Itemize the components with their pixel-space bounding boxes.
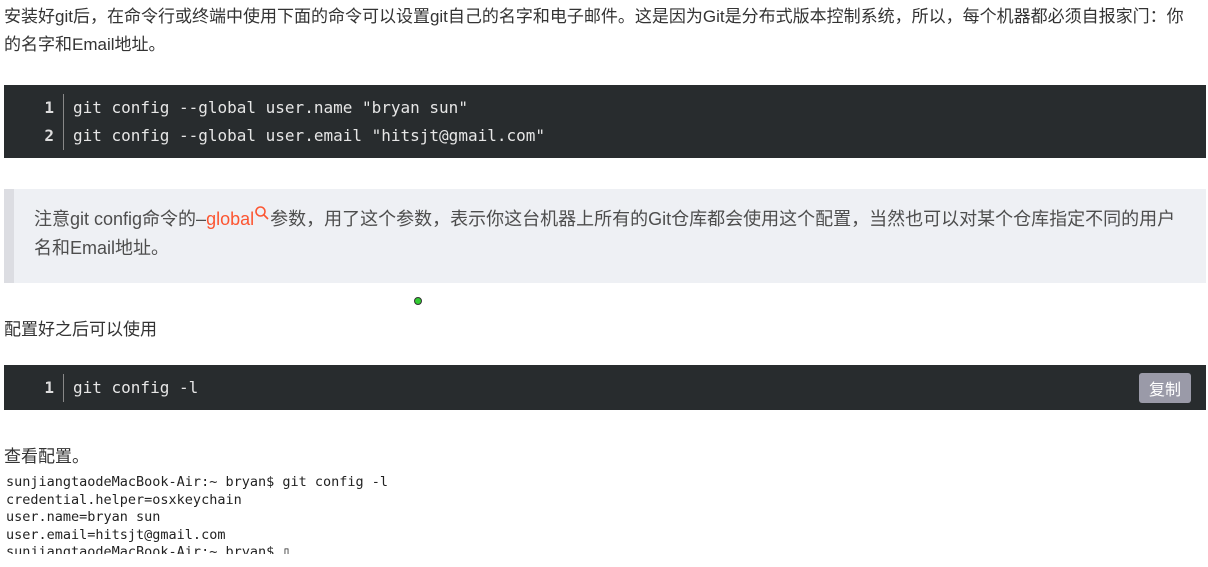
after-config-paragraph: 配置好之后可以使用 — [4, 320, 157, 339]
code-block-config: 1 git config --global user.name "bryan su… — [4, 85, 1206, 158]
terminal-line: sunjiangtaodeMacBook-Air:~ bryan$ git co… — [6, 474, 389, 490]
terminal-line: user.name=bryan sun — [6, 509, 161, 525]
copy-button[interactable]: 复制 — [1138, 373, 1191, 403]
code-text: git config --global user.name "bryan sun… — [73, 98, 468, 117]
note-blockquote: 注意git config命令的–global 参数，用了这个参数，表示你这台机器上… — [4, 189, 1206, 283]
code-line: 1 git config -l — [4, 374, 1206, 402]
code-line: 1 git config --global user.name "bryan su… — [4, 94, 1206, 122]
intro-paragraph: 安装好git后，在命令行或终端中使用下面的命令可以设置git自己的名字和电子邮件… — [4, 7, 1184, 54]
terminal-line: credential.helper=osxkeychain — [6, 491, 242, 508]
code-text: git config --global user.email "hitsjt@g… — [73, 126, 546, 145]
code-line: 2 git config --global user.email "hitsjt@… — [4, 122, 1206, 150]
note-text: 注意git config命令的– — [34, 209, 207, 229]
terminal-screenshot: sunjiangtaodeMacBook-Air:~ bryan$ git co… — [6, 474, 388, 554]
view-config-paragraph: 查看配置。 — [4, 447, 89, 466]
terminal-line: user.email=hitsjt@gmail.com — [6, 526, 226, 543]
terminal-line: sunjiangtaodeMacBook-Air:~ bryan$ ▯ — [6, 544, 291, 554]
cursor-dot — [414, 297, 422, 305]
line-number: 1 — [4, 94, 64, 122]
global-link-text: global — [206, 209, 255, 229]
line-number: 2 — [4, 122, 64, 150]
line-number: 1 — [4, 374, 64, 402]
global-link[interactable]: global — [206, 206, 270, 229]
code-text: git config -l — [73, 378, 199, 397]
code-block-list: 1 git config -l 复制 — [4, 365, 1206, 410]
search-icon — [255, 206, 269, 220]
